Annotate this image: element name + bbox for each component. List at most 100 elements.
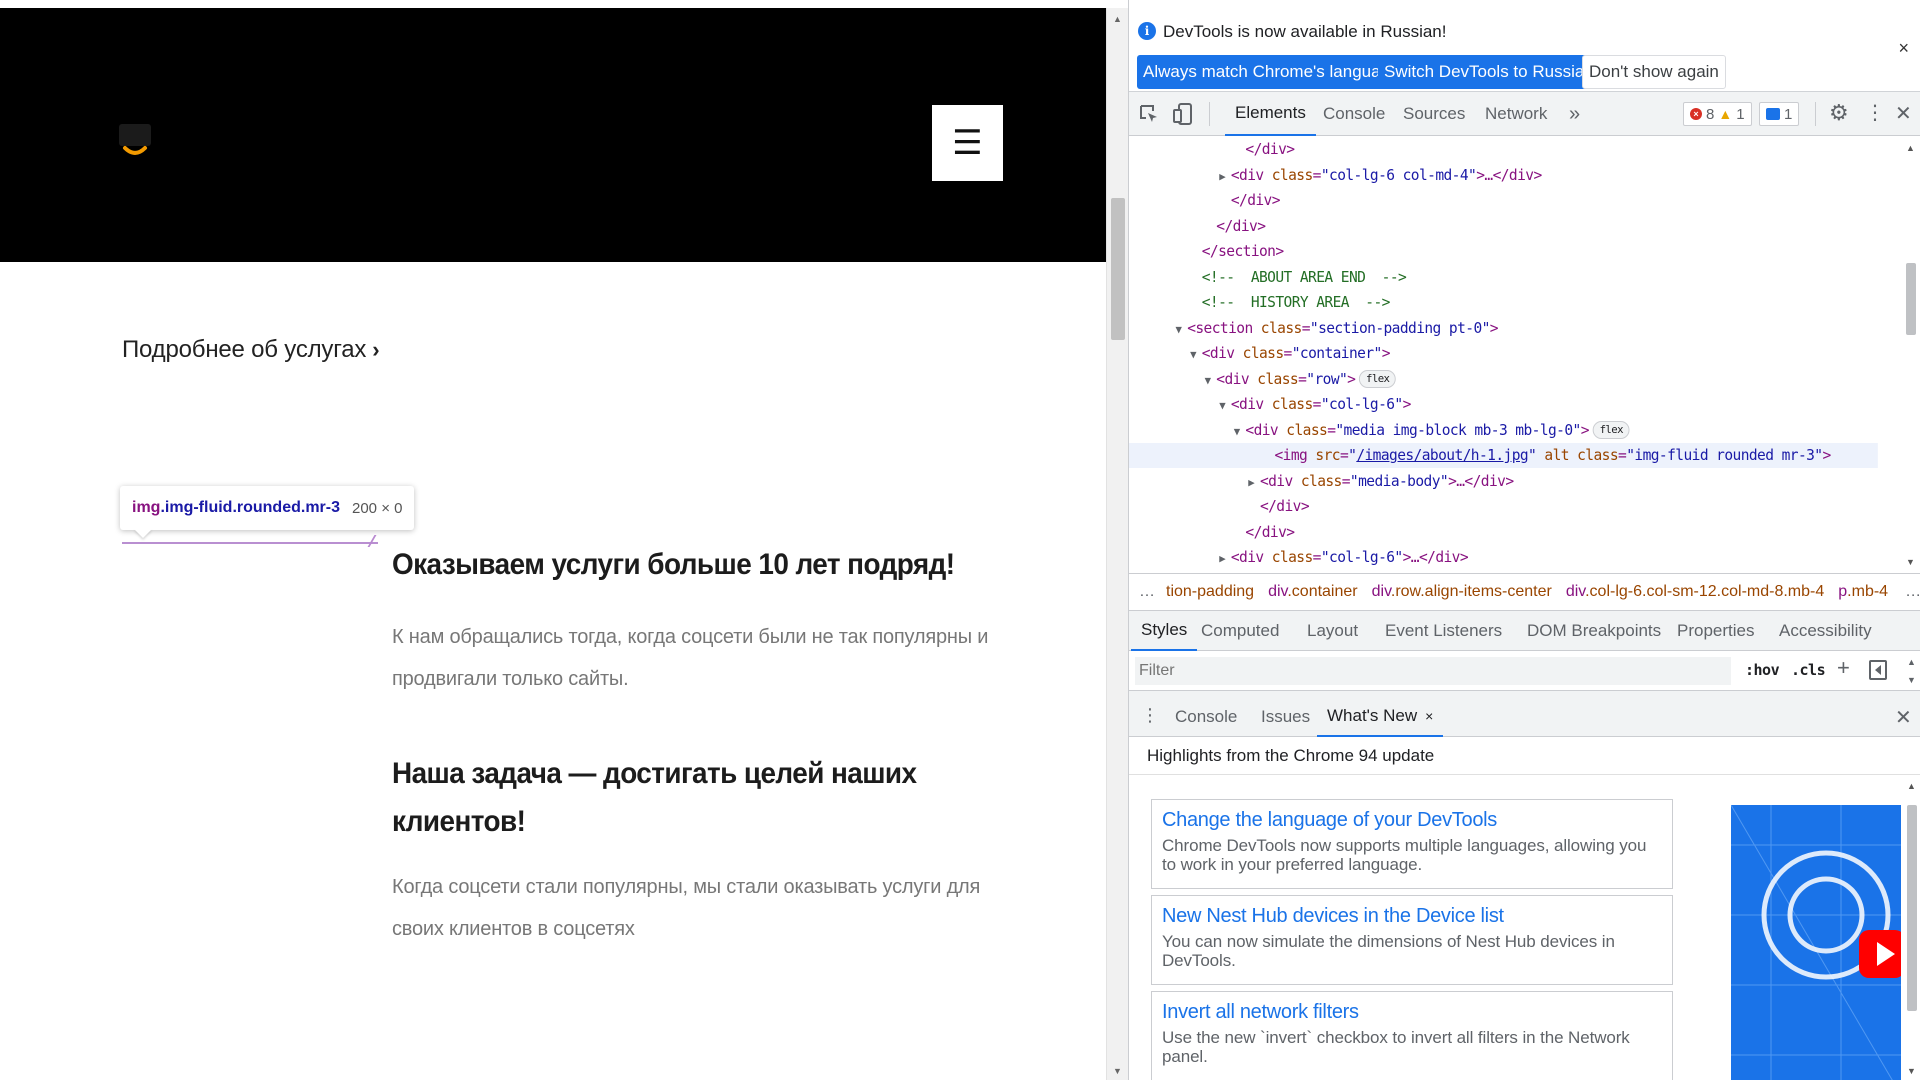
dom-node[interactable]: </div>	[1129, 494, 1878, 519]
breadcrumb-item[interactable]: div.row.align-items-center	[1365, 583, 1559, 601]
dom-node[interactable]: <!-- HISTORY AREA -->	[1129, 290, 1878, 315]
tab-console[interactable]: Console	[1317, 92, 1391, 136]
expanded-triangle-icon: ▼	[1219, 399, 1226, 412]
dom-node[interactable]: ▶ <div class="media-body">…</div>	[1129, 469, 1878, 494]
dom-tree-scrollbar-thumb[interactable]	[1906, 263, 1916, 335]
tab-accessibility[interactable]: Accessibility	[1769, 611, 1882, 651]
paragraph-history: К нам обращались тогда, когда соцсети бы…	[392, 626, 989, 690]
card-title[interactable]: New Nest Hub devices in the Device list	[1162, 902, 1662, 930]
flex-badge: flex	[1359, 370, 1397, 388]
card-title[interactable]: Invert all network filters	[1162, 998, 1662, 1026]
hover-state-toggle[interactable]: :hov	[1745, 661, 1780, 679]
card-title[interactable]: Change the language of your DevTools	[1162, 806, 1662, 834]
whats-new-video-thumbnail[interactable]	[1731, 805, 1901, 1080]
scroll-down-arrow-icon[interactable]: ▼	[1906, 557, 1915, 567]
tab-network[interactable]: Network	[1479, 92, 1553, 136]
breadcrumb-overflow-icon[interactable]: …	[1129, 583, 1159, 601]
drawer-menu-icon[interactable]: ⋮	[1141, 705, 1159, 726]
more-services-link[interactable]: Подробнее об услугах ›	[122, 336, 380, 364]
dom-node[interactable]: ▼ <section class="section-padding pt-0">	[1129, 316, 1878, 341]
dom-node[interactable]: </div>	[1129, 137, 1878, 162]
tab-layout[interactable]: Layout	[1297, 611, 1368, 651]
dom-node[interactable]: ▼ <div class="media img-block mb-3 mb-lg-…	[1129, 418, 1878, 443]
whats-new-card[interactable]: Change the language of your DevTools Chr…	[1151, 799, 1673, 889]
expanded-triangle-icon: ▼	[1190, 348, 1196, 361]
breadcrumb-item[interactable]: tion-padding	[1159, 583, 1261, 601]
expanded-triangle-icon: ▼	[1175, 322, 1182, 336]
toggle-sidebar-icon[interactable]	[1869, 660, 1887, 680]
tooltip-arrow	[134, 529, 152, 538]
tab-elements[interactable]: Elements	[1225, 92, 1316, 136]
messages-counter[interactable]: 1	[1759, 102, 1800, 126]
gear-icon[interactable]: ⚙	[1829, 101, 1849, 126]
breadcrumb-item[interactable]: p.mb-4	[1831, 583, 1895, 601]
hamburger-menu-button[interactable]: ☰	[932, 105, 1003, 181]
infobar-message: DevTools is now available in Russian!	[1163, 22, 1447, 41]
dom-node[interactable]: ▼ <div class="col-lg-6">	[1129, 392, 1878, 417]
dom-node[interactable]: </div>	[1129, 188, 1878, 213]
drawer-tab-whats-new[interactable]: What's New ×	[1317, 697, 1444, 737]
whats-new-card[interactable]: New Nest Hub devices in the Device list …	[1151, 895, 1673, 985]
collapsed-triangle-icon: ▶	[1219, 169, 1226, 183]
page-scrollbar-thumb[interactable]	[1111, 198, 1125, 340]
scroll-up-arrow-icon[interactable]: ▲	[1113, 14, 1122, 24]
inspect-element-icon[interactable]	[1139, 104, 1159, 124]
scroll-down-arrow-icon[interactable]: ▼	[1907, 675, 1916, 685]
issues-counter[interactable]: × 8 ▲ 1	[1683, 102, 1752, 126]
styles-filter-input[interactable]	[1135, 657, 1731, 685]
more-tabs-icon[interactable]: »	[1563, 92, 1586, 136]
scroll-up-arrow-icon[interactable]: ▲	[1906, 143, 1915, 153]
whats-new-scrollbar-thumb[interactable]	[1907, 805, 1917, 1011]
scroll-down-arrow-icon[interactable]: ▼	[1907, 1066, 1916, 1076]
infobar-close-icon[interactable]: ×	[1898, 38, 1909, 59]
dom-node[interactable]: </div>	[1129, 520, 1878, 545]
switch-to-russian-button[interactable]: Switch DevTools to Russian	[1378, 55, 1600, 89]
always-match-language-button[interactable]: Always match Chrome's language	[1137, 55, 1406, 89]
language-infobar: i DevTools is now available in Russian! …	[1129, 8, 1920, 92]
breadcrumb-overflow-icon[interactable]: …	[1895, 583, 1920, 601]
tab-event-listeners[interactable]: Event Listeners	[1375, 611, 1512, 651]
dom-node[interactable]: ▼ <div class="container">	[1129, 341, 1878, 366]
dom-tree[interactable]: </div> ▶ <div class="col-lg-6 col-md-4">…<…	[1129, 137, 1901, 573]
dom-node[interactable]: ▶ <div class="col-lg-6">…</div>	[1129, 545, 1878, 570]
kebab-menu-icon[interactable]: ⋮	[1865, 100, 1885, 124]
dom-node[interactable]: </section>	[1129, 239, 1878, 264]
dom-tree-scrollbar[interactable]: ▲ ▼	[1901, 137, 1920, 573]
scroll-up-arrow-icon[interactable]: ▲	[1907, 781, 1916, 791]
dom-node[interactable]: ▶ <div class="col-lg-6 col-md-4">…</div>	[1129, 163, 1878, 188]
devtools-panel: i DevTools is now available in Russian! …	[1128, 0, 1920, 1080]
tab-dom-breakpoints[interactable]: DOM Breakpoints	[1517, 611, 1671, 651]
flex-badge: flex	[1592, 421, 1630, 439]
dom-node[interactable]: ▼ <div class="row"> flex	[1129, 367, 1878, 392]
dom-node-selected[interactable]: <img src="/images/about/h-1.jpg" alt cla…	[1129, 443, 1878, 468]
tab-computed[interactable]: Computed	[1191, 611, 1289, 651]
new-style-rule-icon[interactable]: +	[1837, 655, 1850, 681]
close-devtools-icon[interactable]: ✕	[1895, 101, 1912, 125]
page-scrollbar[interactable]: ▲ ▼	[1106, 8, 1128, 1080]
scroll-up-arrow-icon[interactable]: ▲	[1907, 657, 1916, 667]
tab-properties[interactable]: Properties	[1667, 611, 1764, 651]
whats-new-scrollbar[interactable]: ▲ ▼	[1901, 775, 1920, 1080]
dom-node[interactable]: <!-- ABOUT AREA END -->	[1129, 265, 1878, 290]
close-tab-icon[interactable]: ×	[1425, 708, 1433, 724]
breadcrumb-item[interactable]: div.col-lg-6.col-sm-12.col-md-8.mb-4	[1559, 583, 1831, 601]
chevron-right-icon: ›	[372, 337, 380, 362]
device-toolbar-icon[interactable]	[1173, 103, 1193, 125]
warning-count: 1	[1736, 105, 1745, 123]
drawer-tab-issues[interactable]: Issues	[1251, 697, 1320, 737]
class-toggle[interactable]: .cls	[1791, 661, 1826, 679]
site-logo[interactable]	[117, 122, 153, 164]
scroll-down-arrow-icon[interactable]: ▼	[1113, 1066, 1122, 1076]
close-drawer-icon[interactable]: ✕	[1895, 705, 1912, 729]
dont-show-again-button[interactable]: Don't show again	[1582, 55, 1726, 89]
page-top-strip	[0, 0, 1106, 8]
whats-new-card[interactable]: Invert all network filters Use the new `…	[1151, 991, 1673, 1080]
tooltip-tag: img	[132, 499, 161, 516]
drawer-tab-console[interactable]: Console	[1165, 697, 1247, 737]
breadcrumb-item[interactable]: div.container	[1261, 583, 1365, 601]
tab-styles[interactable]: Styles	[1131, 611, 1198, 651]
dom-node[interactable]: </div>	[1129, 214, 1878, 239]
whats-new-body: Change the language of your DevTools Chr…	[1129, 775, 1901, 1080]
tooltip-classes: .img-fluid.rounded.mr-3	[160, 499, 340, 516]
tab-sources[interactable]: Sources	[1397, 92, 1471, 136]
